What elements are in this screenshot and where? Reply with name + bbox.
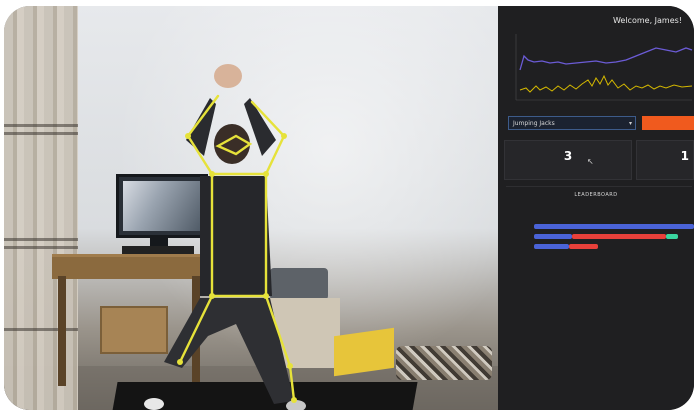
app-frame: Welcome, James! Jumping Jacks ▾ 3 ↖ 1 LE… [4, 6, 694, 410]
stat-value: 3 [563, 149, 573, 163]
stats-row: 3 ↖ 1 [504, 140, 694, 180]
chevron-down-icon: ▾ [628, 120, 632, 127]
leaderboard-bar-segment [572, 234, 666, 239]
stat-card-reps: 3 ↖ [504, 140, 632, 180]
camera-feed [4, 6, 498, 410]
leaderboard-row [512, 224, 694, 229]
leaderboard-bar-segment [569, 244, 598, 249]
leaderboard-bar-segment [534, 244, 569, 249]
stat-value: 1 [680, 149, 689, 163]
leaderboard-title: LEADERBOARD [574, 192, 618, 198]
activity-chart [515, 34, 693, 101]
leaderboard-bar-segment [534, 224, 694, 229]
exercise-select-value: Jumping Jacks [513, 120, 555, 127]
leaderboard-row [512, 234, 694, 239]
divider [506, 186, 692, 187]
chart-axis [515, 34, 692, 101]
series-line-yellow [519, 74, 693, 93]
mouse-pointer-icon: ↖ [587, 157, 594, 166]
series-line-purple [519, 47, 693, 71]
exercise-select[interactable]: Jumping Jacks ▾ [508, 116, 636, 130]
leaderboard-bar-segment [666, 234, 678, 239]
start-button[interactable] [642, 116, 694, 130]
leaderboard-row [512, 244, 694, 249]
workout-controls: Jumping Jacks ▾ [508, 116, 694, 132]
person-silhouette [144, 64, 306, 410]
welcome-text: Welcome, James! [612, 16, 682, 25]
dashboard-panel: Welcome, James! Jumping Jacks ▾ 3 ↖ 1 LE… [498, 6, 694, 410]
pose-overlay [144, 64, 306, 410]
stat-card-second: 1 [636, 140, 694, 180]
leaderboard-bar-segment [534, 234, 572, 239]
